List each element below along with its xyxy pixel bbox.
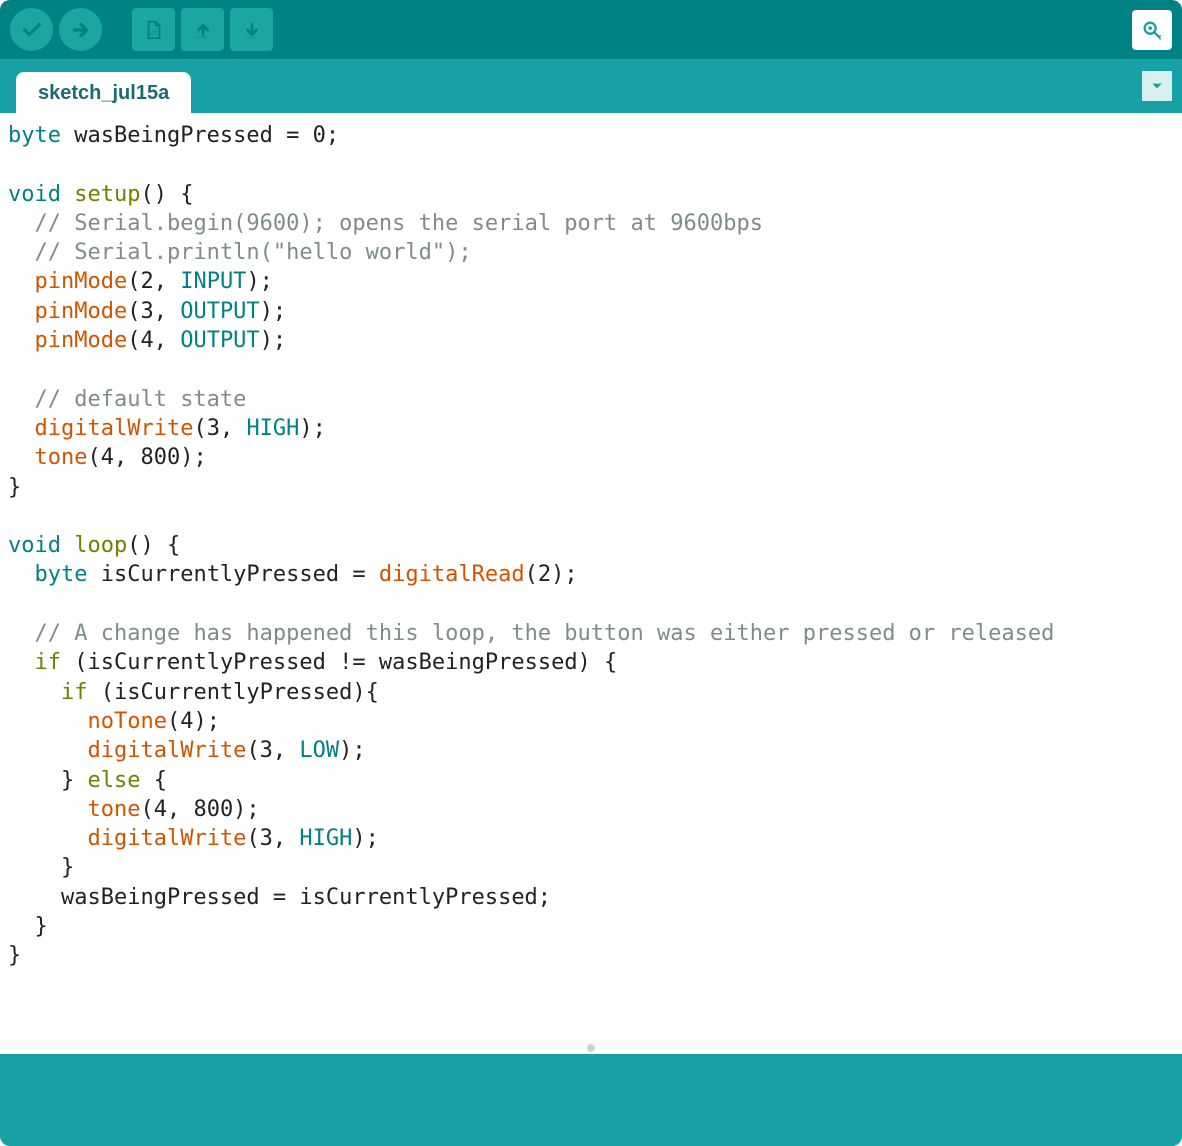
toolbar	[0, 0, 1182, 59]
code-text: noTone	[87, 709, 166, 734]
code-text	[61, 533, 74, 558]
grip-dot-icon	[587, 1044, 595, 1052]
chevron-down-icon	[1150, 79, 1164, 93]
code-text: );	[299, 416, 326, 441]
code-text	[8, 650, 35, 675]
code-text: (4,	[127, 328, 180, 353]
upload-button[interactable]	[59, 8, 102, 51]
code-text: loop	[74, 533, 127, 558]
code-text	[8, 269, 35, 294]
code-text: {	[140, 768, 167, 793]
code-text: OUTPUT	[180, 328, 259, 353]
serial-monitor-button[interactable]	[1132, 10, 1172, 50]
code-text: HIGH	[299, 826, 352, 851]
code-text: }	[8, 768, 87, 793]
new-sketch-button[interactable]	[132, 8, 175, 51]
code-text: tone	[87, 797, 140, 822]
code-text: // Serial.println("hello world");	[35, 240, 472, 265]
code-text: pinMode	[35, 269, 128, 294]
code-text	[8, 328, 35, 353]
arrow-up-icon	[192, 19, 214, 41]
code-text: digitalWrite	[35, 416, 194, 441]
code-text: );	[352, 826, 379, 851]
code-text: () {	[127, 533, 180, 558]
code-text: (3,	[246, 738, 299, 763]
verify-button[interactable]	[10, 8, 53, 51]
save-sketch-button[interactable]	[230, 8, 273, 51]
code-text: wasBeingPressed = isCurrentlyPressed;	[8, 885, 551, 910]
code-text: (2,	[127, 269, 180, 294]
code-text: if	[61, 680, 88, 705]
code-text: // A change has happened this loop, the …	[35, 621, 1055, 646]
code-text: tone	[35, 445, 88, 470]
code-editor[interactable]: byte wasBeingPressed = 0; void setup() {…	[0, 113, 1182, 1042]
code-text	[8, 709, 87, 734]
code-text: (isCurrentlyPressed != wasBeingPressed) …	[61, 650, 617, 675]
code-text: // Serial.begin(9600); opens the serial …	[35, 211, 763, 236]
code-text	[8, 387, 35, 412]
code-text: }	[8, 943, 21, 968]
code-text	[8, 826, 87, 851]
tab-menu-button[interactable]	[1142, 71, 1172, 101]
code-text: (3,	[246, 826, 299, 851]
code-text: (2);	[525, 562, 578, 587]
code-text: (4, 800);	[87, 445, 206, 470]
code-text: digitalWrite	[87, 826, 246, 851]
code-text	[8, 562, 35, 587]
arduino-ide-window: sketch_jul15a byte wasBeingPressed = 0; …	[0, 0, 1182, 1146]
file-icon	[143, 19, 165, 41]
code-text: );	[260, 328, 287, 353]
code-text: else	[87, 768, 140, 793]
code-text: (isCurrentlyPressed){	[87, 680, 378, 705]
code-text: );	[339, 738, 366, 763]
code-text	[8, 240, 35, 265]
code-text	[8, 797, 87, 822]
code-text	[8, 738, 87, 763]
code-text: OUTPUT	[180, 299, 259, 324]
code-text: }	[8, 855, 74, 880]
code-text: );	[260, 299, 287, 324]
code-text: digitalRead	[379, 562, 525, 587]
code-text: );	[246, 269, 273, 294]
code-text: (4);	[167, 709, 220, 734]
code-text: INPUT	[180, 269, 246, 294]
code-text	[8, 680, 61, 705]
check-icon	[21, 19, 43, 41]
code-text: // default state	[35, 387, 247, 412]
tab-sketch[interactable]: sketch_jul15a	[16, 72, 191, 113]
code-text: pinMode	[35, 328, 128, 353]
code-text: void	[8, 182, 61, 207]
code-text: digitalWrite	[87, 738, 246, 763]
code-text: (3,	[127, 299, 180, 324]
code-text: LOW	[299, 738, 339, 763]
code-text: wasBeingPressed = 0;	[61, 123, 339, 148]
status-bar	[0, 1054, 1182, 1146]
code-text: pinMode	[35, 299, 128, 324]
splitter-handle[interactable]	[0, 1042, 1182, 1054]
magnifier-icon	[1141, 19, 1163, 41]
tab-bar: sketch_jul15a	[0, 59, 1182, 113]
code-text	[8, 211, 35, 236]
code-text	[61, 182, 74, 207]
open-sketch-button[interactable]	[181, 8, 224, 51]
code-text: byte	[35, 562, 88, 587]
code-text: (3,	[193, 416, 246, 441]
code-text	[8, 416, 35, 441]
code-text	[8, 299, 35, 324]
code-text	[8, 445, 35, 470]
code-text: if	[35, 650, 62, 675]
code-text: }	[8, 475, 21, 500]
code-text: HIGH	[246, 416, 299, 441]
code-text	[8, 621, 35, 646]
code-text: }	[8, 914, 48, 939]
code-text: void	[8, 533, 61, 558]
arrow-right-icon	[70, 19, 92, 41]
code-text: isCurrentlyPressed =	[87, 562, 378, 587]
code-text: () {	[140, 182, 193, 207]
code-text: (4, 800);	[140, 797, 259, 822]
code-text: setup	[74, 182, 140, 207]
code-text: byte	[8, 123, 61, 148]
arrow-down-icon	[241, 19, 263, 41]
